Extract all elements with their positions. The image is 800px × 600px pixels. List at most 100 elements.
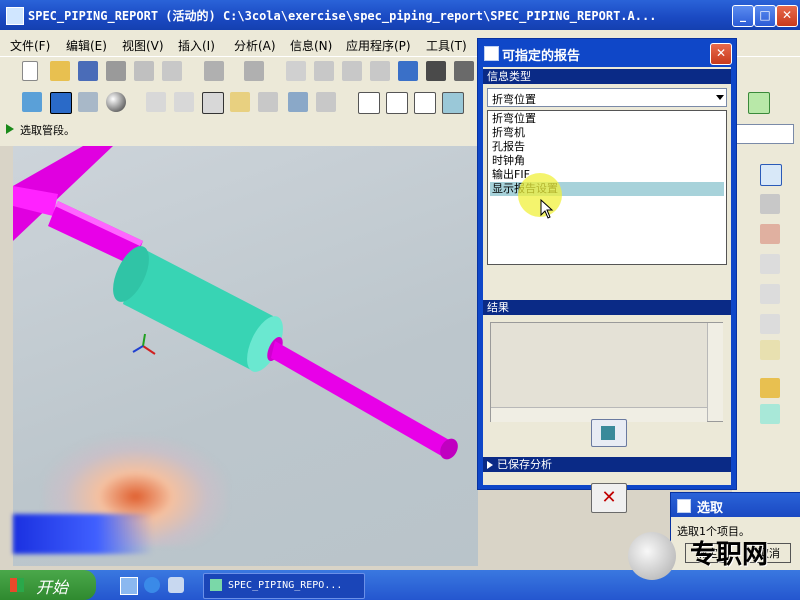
window-title: SPEC_PIPING_REPORT (活动的) C:\3cola\exerci… [28,9,657,23]
redo-icon[interactable] [244,61,264,81]
undo-icon[interactable] [204,61,224,81]
paste-icon[interactable] [342,61,362,81]
spline-icon[interactable] [760,254,780,274]
maximize-button[interactable]: □ [754,5,776,27]
filter-dropdown[interactable] [732,124,794,144]
mouse-cursor-icon [540,199,554,219]
axis-icon[interactable] [760,224,780,244]
window-title-bar[interactable]: SPEC_PIPING_REPORT (活动的) C:\3cola\exerci… [0,0,800,30]
save-icon[interactable] [78,61,98,81]
assembly-icon[interactable] [760,378,780,398]
windows-logo-icon [10,578,24,592]
menu-analysis[interactable]: 分析(A) [234,37,276,54]
select-dialog-icon [677,499,691,513]
dropdown-value: 折弯位置 [492,93,536,106]
quick-launch-media-icon[interactable] [168,577,184,593]
pipe-segment-lower [271,341,451,458]
layers-icon[interactable] [288,92,308,112]
dialog-cancel-button[interactable]: ✕ [591,483,627,513]
option-clock-angle[interactable]: 时钟角 [490,154,724,168]
close-button[interactable]: ✕ [776,5,798,27]
reorient-icon[interactable] [230,92,250,112]
option-bend-location[interactable]: 折弯位置 [490,112,724,126]
taskbar-app-icon [210,579,222,591]
sketch-icon[interactable] [22,92,42,112]
zoom-out-icon[interactable] [174,92,194,112]
chevron-down-icon [716,95,724,100]
saved-analysis-label: 已保存分析 [497,458,552,471]
option-hole-report[interactable]: 孔报告 [490,140,724,154]
no-hidden-icon[interactable] [414,92,436,114]
view-manager-icon[interactable] [316,92,336,112]
axis-x [142,345,156,355]
quick-launch-ie-icon[interactable] [144,577,160,593]
shading-icon[interactable] [442,92,464,114]
start-label: 开始 [36,578,69,597]
print-icon[interactable] [106,61,126,81]
email-icon[interactable] [134,61,154,81]
prompt-text: 选取管段。 [20,124,75,137]
report-dialog[interactable]: 可指定的报告 ✕ 信息类型 折弯位置 折弯位置 折弯机 孔报告 时钟角 输出FI… [477,38,737,513]
settings-icon[interactable] [78,92,98,112]
info-type-dropdown[interactable]: 折弯位置 [487,88,727,107]
results-header: 结果 [483,300,731,315]
saved-analysis-header[interactable]: 已保存分析 [483,457,731,472]
point-icon[interactable] [760,284,780,304]
refit-icon[interactable] [202,92,224,114]
curve-icon[interactable] [760,164,782,186]
option-bend-machine[interactable]: 折弯机 [490,126,724,140]
saved-views-icon[interactable] [258,92,278,112]
prompt-arrow-icon [6,124,14,134]
datum-icon[interactable] [50,92,72,114]
copy-icon[interactable] [314,61,334,81]
dialog-body: 信息类型 折弯位置 折弯位置 折弯机 孔报告 时钟角 输出FIF 显示报告设置 … [483,67,731,513]
paste-special-icon[interactable] [370,61,390,81]
component-icon[interactable] [760,404,780,424]
watermark-logo [628,532,676,580]
info-type-listbox[interactable]: 折弯位置 折弯机 孔报告 时钟角 输出FIF 显示报告设置 [487,110,727,265]
sketch-pen-icon[interactable] [748,92,770,114]
app-icon [6,7,24,25]
link-icon[interactable] [162,61,182,81]
select-icon[interactable] [454,61,474,81]
appearance-icon[interactable] [106,92,126,112]
zoom-in-icon[interactable] [146,92,166,112]
find-icon[interactable] [426,61,446,81]
cut-icon[interactable] [286,61,306,81]
datum-point-icon[interactable] [760,340,780,360]
menu-tools[interactable]: 工具(T) [426,37,467,54]
select-dialog-title: 选取 [697,501,724,516]
pixelated-logo-bar [13,514,153,554]
graphics-window[interactable] [13,146,478,566]
dialog-icon [484,46,499,61]
menu-insert[interactable]: 插入(I) [178,37,215,54]
select-dialog-header: 选取 [671,493,800,517]
results-scrollbar[interactable] [707,323,723,421]
axis-z [132,345,144,353]
taskbar-app-button[interactable]: SPEC_PIPING_REPO... [203,573,365,599]
menu-file[interactable]: 文件(F) [10,37,50,54]
taskbar-app-label: SPEC_PIPING_REPO... [228,580,343,591]
open-folder-icon[interactable] [50,61,70,81]
menu-edit[interactable]: 编辑(E) [66,37,107,54]
csys-icon[interactable] [760,314,780,334]
taskbar: 开始 SPEC_PIPING_REPO... 专职网 [0,532,800,600]
results-textarea[interactable] [490,322,723,422]
wireframe-icon[interactable] [358,92,380,114]
hidden-line-icon[interactable] [386,92,408,114]
menu-info[interactable]: 信息(N) [290,37,332,54]
start-button[interactable]: 开始 [0,570,96,600]
watermark-text: 专职网 [690,540,769,570]
expand-arrow-icon [487,461,493,469]
plane-icon[interactable] [760,194,780,214]
dialog-close-button[interactable]: ✕ [710,43,732,65]
menu-view[interactable]: 视图(V) [122,37,164,54]
dialog-title: 可指定的报告 [502,49,581,64]
regenerate-icon[interactable] [398,61,418,81]
quick-launch-desktop-icon[interactable] [120,577,138,595]
compute-button[interactable] [591,419,627,447]
menu-applications[interactable]: 应用程序(P) [346,37,411,54]
minimize-button[interactable]: _ [732,5,754,27]
new-file-icon[interactable] [22,61,38,81]
axis-y [142,333,146,347]
